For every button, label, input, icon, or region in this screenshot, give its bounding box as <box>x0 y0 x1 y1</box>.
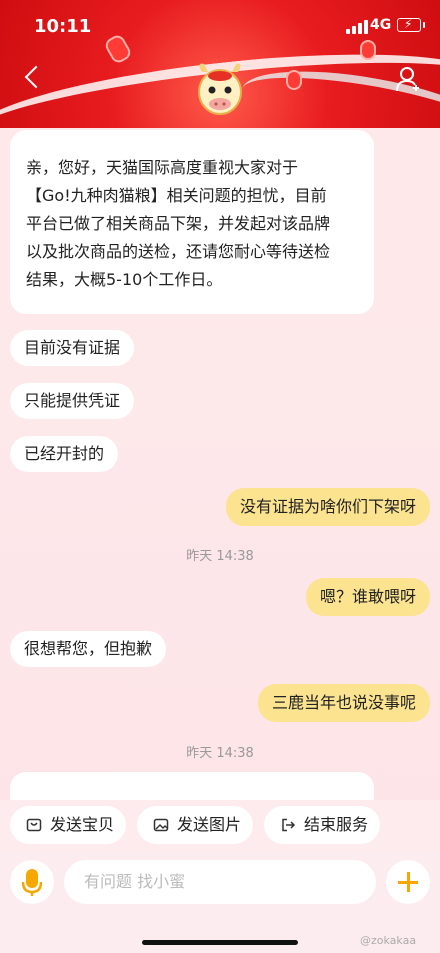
input-bar: 有问题 找小蜜 @zokakaa <box>0 852 440 953</box>
signal-icon <box>346 20 368 34</box>
outgoing-message: 嗯？谁敢喂呀 <box>305 578 430 616</box>
back-button[interactable] <box>18 62 48 92</box>
quick-action-bar: 发送宝贝 发送图片 结束服务 <box>0 800 440 852</box>
incoming-message: 很想帮您，但抱歉 <box>10 631 167 667</box>
watermark: @zokakaa <box>360 934 417 947</box>
mascot-avatar <box>198 63 242 115</box>
voice-button[interactable] <box>10 860 54 904</box>
incoming-message: 只能提供凭证 <box>10 383 135 419</box>
message-input[interactable]: 有问题 找小蜜 <box>64 860 376 904</box>
end-service-label: 结束服务 <box>304 815 369 834</box>
message-timestamp: 昨天 14:38 <box>186 746 254 761</box>
home-indicator <box>142 940 298 945</box>
send-image-label: 发送图片 <box>177 815 242 834</box>
profile-icon[interactable] <box>394 64 424 94</box>
message-timestamp: 昨天 14:38 <box>186 549 254 564</box>
send-item-button[interactable]: 发送宝贝 <box>10 806 126 844</box>
status-time: 10:11 <box>34 16 92 37</box>
incoming-message: 目前没有证据 <box>10 330 135 366</box>
exit-icon <box>282 818 296 832</box>
more-options-button[interactable] <box>386 860 430 904</box>
status-bar: 10:11 4G ⚡ <box>0 0 440 50</box>
send-image-button[interactable]: 发送图片 <box>137 806 253 844</box>
image-icon <box>153 818 169 832</box>
lantern-icon <box>286 70 302 90</box>
outgoing-message: 三鹿当年也说没事呢 <box>257 684 430 722</box>
microphone-icon <box>21 869 43 896</box>
incoming-message: 已经开封的 <box>10 436 119 472</box>
send-item-label: 发送宝贝 <box>50 815 115 834</box>
network-type: 4G <box>370 17 392 33</box>
outgoing-message: 没有证据为啥你们下架呀 <box>225 488 430 526</box>
chat-header: 10:11 4G ⚡ <box>0 0 440 128</box>
battery-icon: ⚡ <box>397 17 425 32</box>
incoming-message: 亲，您好，天猫国际高度重视大家对于 【Go!九种肉猫粮】相关问题的担忧，目前 平… <box>10 130 374 314</box>
end-service-button[interactable]: 结束服务 <box>264 806 380 844</box>
item-icon <box>26 818 42 832</box>
